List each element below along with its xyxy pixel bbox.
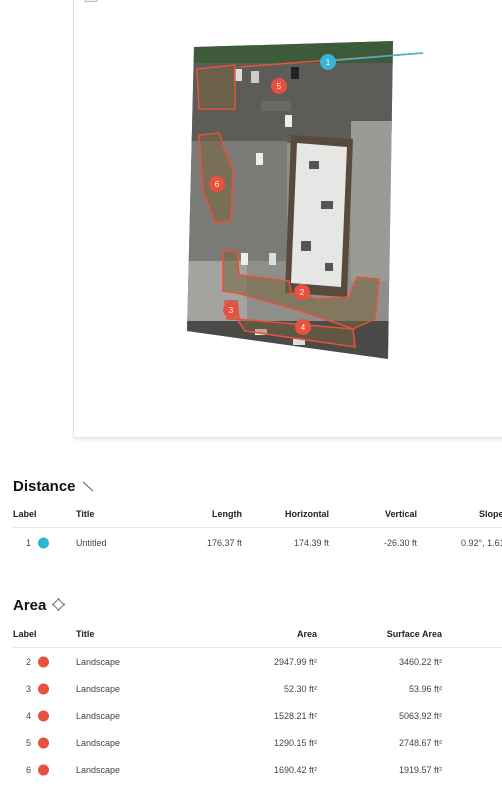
- svg-text:3: 3: [229, 306, 234, 315]
- label-color-dot: [38, 683, 49, 694]
- row-label: 3: [26, 683, 32, 694]
- row-label: 6: [26, 764, 32, 775]
- svg-text:4: 4: [301, 323, 306, 332]
- table-row[interactable]: 1 Untitled 176.37 ft 174.39 ft -26.30 ft…: [13, 528, 502, 558]
- row-surface-area: 2748.67 ft²: [398, 737, 442, 748]
- area-table-header: Label Title Area Surface Area: [13, 620, 502, 648]
- row-label: 2: [26, 656, 32, 667]
- area-table: Label Title Area Surface Area 2 Landscap…: [13, 620, 502, 783]
- col-title: Title: [76, 628, 95, 639]
- row-surface-area: 3460.22 ft²: [398, 656, 442, 667]
- table-row[interactable]: 6 Landscape 1690.42 ft² 1919.57 ft²: [13, 756, 502, 783]
- label-color-dot: [38, 737, 49, 748]
- row-surface-area: 5063.92 ft²: [398, 710, 442, 721]
- col-surface-area: Surface Area: [386, 628, 442, 639]
- svg-text:1: 1: [326, 58, 331, 67]
- row-area: 2947.99 ft²: [273, 656, 317, 667]
- col-slope: Slope: [479, 508, 502, 519]
- distance-table-header: Label Title Length Horizontal Vertical S…: [13, 500, 502, 528]
- map-panel[interactable]: 1 5 6 2 3 4: [73, 0, 502, 438]
- row-surface-area: 53.96 ft²: [408, 683, 442, 694]
- table-row[interactable]: 4 Landscape 1528.21 ft² 5063.92 ft²: [13, 702, 502, 729]
- row-area: 1528.21 ft²: [273, 710, 317, 721]
- row-title: Untitled: [76, 538, 107, 548]
- marker-2[interactable]: 2: [294, 284, 310, 300]
- svg-text:5: 5: [277, 82, 282, 91]
- svg-text:6: 6: [215, 180, 220, 189]
- marker-5[interactable]: 5: [271, 78, 287, 94]
- marker-4[interactable]: 4: [295, 319, 311, 335]
- aerial-map[interactable]: 1 5 6 2 3 4: [74, 0, 502, 437]
- col-label: Label: [13, 628, 37, 639]
- distance-table: Label Title Length Horizontal Vertical S…: [13, 500, 502, 558]
- table-row[interactable]: 2 Landscape 2947.99 ft² 3460.22 ft²: [13, 648, 502, 675]
- marker-3[interactable]: 3: [223, 302, 239, 318]
- label-color-dot: [38, 710, 49, 721]
- row-area: 52.30 ft²: [283, 683, 317, 694]
- row-title: Landscape: [76, 683, 121, 694]
- label-color-dot: [38, 537, 49, 549]
- distance-section-title: Distance: [13, 478, 94, 495]
- area-title: Area: [13, 597, 47, 614]
- col-label: Label: [13, 508, 37, 519]
- row-area: 1290.15 ft²: [273, 737, 317, 748]
- landscape-polygon-5[interactable]: [196, 64, 236, 110]
- col-horizontal: Horizontal: [285, 508, 329, 519]
- ruler-line-icon: [82, 479, 94, 495]
- row-title: Landscape: [76, 710, 121, 721]
- label-color-dot: [38, 656, 49, 667]
- distance-title: Distance: [13, 478, 76, 495]
- row-surface-area: 1919.57 ft²: [398, 764, 442, 775]
- row-title: Landscape: [76, 764, 121, 775]
- row-label: 5: [26, 737, 32, 748]
- polygon-icon: [52, 597, 66, 614]
- row-title: Landscape: [76, 737, 121, 748]
- label-color-dot: [38, 764, 49, 775]
- row-horizontal: 174.39 ft: [293, 538, 329, 548]
- area-section-title: Area: [13, 597, 66, 614]
- col-length: Length: [212, 508, 242, 519]
- row-label: 1: [26, 538, 32, 548]
- col-vertical: Vertical: [384, 508, 417, 519]
- row-label: 4: [26, 710, 32, 721]
- row-vertical: -26.30 ft: [383, 538, 417, 548]
- table-row[interactable]: 5 Landscape 1290.15 ft² 2748.67 ft²: [13, 729, 502, 756]
- marker-6[interactable]: 6: [209, 176, 225, 192]
- marker-1[interactable]: 1: [320, 54, 336, 70]
- row-area: 1690.42 ft²: [273, 764, 317, 775]
- col-title: Title: [76, 508, 95, 519]
- col-area: Area: [296, 628, 317, 639]
- svg-text:2: 2: [300, 288, 305, 297]
- table-row[interactable]: 3 Landscape 52.30 ft² 53.96 ft²: [13, 675, 502, 702]
- row-length: 176.37 ft: [206, 538, 242, 548]
- row-title: Landscape: [76, 656, 121, 667]
- row-slope: 0.92°, 1.61%: [461, 538, 502, 548]
